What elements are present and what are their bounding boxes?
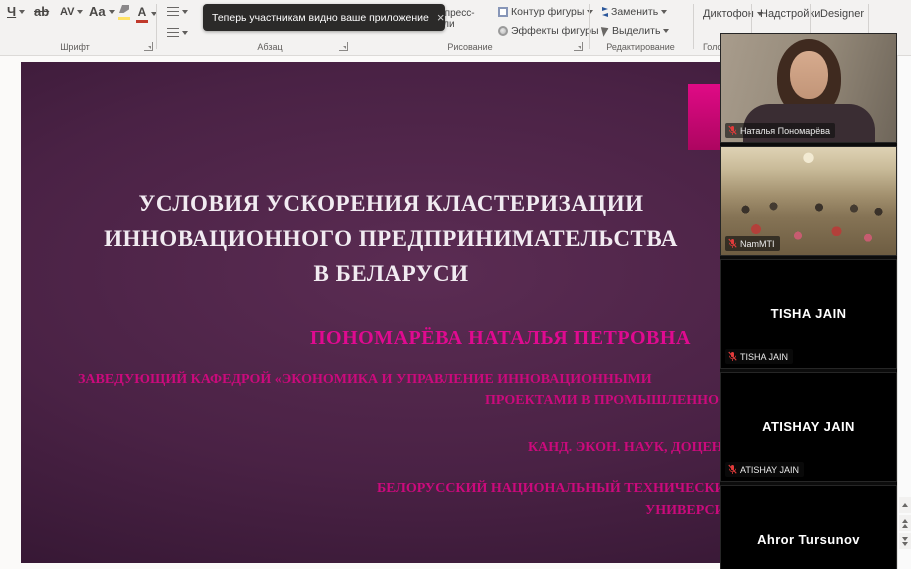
muted-mic-icon xyxy=(728,238,737,248)
zoom-video-panel: Наталья Пономарёва NamMTI TISHA JAIN TIS… xyxy=(720,33,897,569)
replace-label: Заменить xyxy=(611,6,659,18)
title-line: В БЕЛАРУСИ xyxy=(313,261,469,286)
slide-position-line2[interactable]: ПРОЕКТАМИ В ПРОМЫШЛЕННОСТИ» xyxy=(485,393,756,409)
highlighter-icon xyxy=(119,5,129,13)
addins-label: Надстройки xyxy=(760,8,821,20)
chevron-down-icon xyxy=(182,30,188,35)
vertical-scrollbar[interactable] xyxy=(897,56,911,569)
drawing-dialog-launcher[interactable] xyxy=(574,42,583,51)
highlight-color-swatch xyxy=(118,17,130,20)
line-spacing-button[interactable] xyxy=(163,5,192,18)
strikethrough-button[interactable]: ab xyxy=(30,3,53,21)
designer-button[interactable]: Designer xyxy=(816,6,868,22)
editing-group-label: Редактирование xyxy=(606,42,675,52)
participant-video-tile[interactable]: ATISHAY JAIN ATISHAY JAIN xyxy=(720,372,897,482)
muted-mic-icon xyxy=(728,125,737,135)
participant-name-badge: NamMTI xyxy=(725,236,780,251)
replace-icon xyxy=(602,7,608,17)
ribbon-separator xyxy=(693,4,694,49)
title-line: ИННОВАЦИОННОГО ПРЕДПРИНИМАТЕЛЬСТВА xyxy=(104,226,678,251)
previous-slide-button[interactable] xyxy=(899,515,911,531)
slide-degree-textbox[interactable]: КАНД. ЭКОН. НАУК, ДОЦЕНТ xyxy=(528,440,732,456)
paragraph-dialog-launcher[interactable] xyxy=(339,42,348,51)
participant-display-name: ATISHAY JAIN xyxy=(762,418,855,434)
muted-mic-icon xyxy=(728,351,737,361)
paragraph-group-label: Абзац xyxy=(257,42,283,52)
chevron-down-icon xyxy=(663,29,670,33)
ribbon-separator xyxy=(156,4,157,49)
arrow-up-icon xyxy=(902,503,908,507)
participant-name: NamMTI xyxy=(740,238,775,249)
align-text-button[interactable] xyxy=(163,26,192,39)
muted-mic-icon xyxy=(728,464,737,474)
strikethrough-icon: ab xyxy=(34,4,50,19)
change-case-icon: Aa xyxy=(89,4,106,19)
font-group-label: Шрифт xyxy=(60,42,90,52)
scroll-up-button[interactable] xyxy=(899,497,911,513)
participant-name-badge: TISHA JAIN xyxy=(725,349,794,364)
participant-name: Наталья Пономарёва xyxy=(740,125,830,136)
shape-outline-label: Контур фигуры xyxy=(511,6,585,18)
shape-effects-button[interactable]: Эффекты фигуры xyxy=(494,23,612,39)
chevron-down-icon xyxy=(19,10,26,14)
double-arrow-down-icon xyxy=(902,541,908,546)
participant-face xyxy=(789,51,828,99)
character-spacing-button[interactable]: AV xyxy=(56,3,87,21)
slide-position-line1[interactable]: ЗАВЕДУЮЩИЙ КАФЕДРОЙ «ЭКОНОМИКА И УПРАВЛЕ… xyxy=(78,372,652,388)
chevron-down-icon xyxy=(77,10,84,14)
notification-text: Теперь участникам видно ваше приложение xyxy=(212,11,429,24)
designer-label: Designer xyxy=(820,8,865,20)
slide-title-textbox[interactable]: УСЛОВИЯ УСКОРЕНИЯ КЛАСТЕРИЗАЦИИ ИННОВАЦИ… xyxy=(31,186,751,291)
replace-button[interactable]: Заменить xyxy=(598,4,671,20)
dictate-label: Диктофон xyxy=(703,8,754,20)
addins-button[interactable]: Надстройки xyxy=(756,6,824,22)
double-arrow-up-icon xyxy=(902,518,908,523)
character-spacing-icon: AV xyxy=(60,6,75,18)
participant-video-tile[interactable]: Наталья Пономарёва xyxy=(720,33,897,143)
font-color-icon: A xyxy=(137,5,147,19)
participant-name-badge: ATISHAY JAIN xyxy=(725,462,805,477)
slide-university-line1[interactable]: БЕЛОРУССКИЙ НАЦИОНАЛЬНЫЙ ТЕХНИЧЕСКИЙ xyxy=(377,481,736,497)
double-arrow-down-icon xyxy=(902,536,908,541)
chevron-down-icon xyxy=(661,10,668,14)
zoom-share-notification: Теперь участникам видно ваше приложение … xyxy=(203,4,445,31)
next-slide-button[interactable] xyxy=(899,533,911,549)
select-button[interactable]: Выделить xyxy=(598,23,673,39)
title-line: УСЛОВИЯ УСКОРЕНИЯ КЛАСТЕРИЗАЦИИ xyxy=(138,191,644,216)
text-highlight-button[interactable] xyxy=(114,3,134,22)
participant-video-tile[interactable]: Ahror Tursunov Ahror Tursunov xyxy=(720,485,897,569)
chevron-down-icon xyxy=(182,9,188,14)
align-text-icon xyxy=(167,28,179,37)
participant-name-badge: Наталья Пономарёва xyxy=(725,123,835,138)
font-color-swatch xyxy=(136,20,148,23)
participant-video-tile[interactable]: TISHA JAIN TISHA JAIN xyxy=(720,259,897,369)
participant-display-name: TISHA JAIN xyxy=(770,305,847,321)
participant-name: ATISHAY JAIN xyxy=(740,464,800,475)
close-icon[interactable]: × xyxy=(437,10,445,25)
font-dialog-launcher[interactable] xyxy=(144,42,153,51)
shape-effects-label: Эффекты фигуры xyxy=(511,25,599,37)
shape-outline-button[interactable]: Контур фигуры xyxy=(494,4,597,20)
select-cursor-icon xyxy=(600,25,611,37)
line-spacing-icon xyxy=(167,7,179,16)
shape-effects-icon xyxy=(498,26,508,36)
underline-button[interactable]: Ч xyxy=(3,3,29,21)
screen: Ч ab AV Aa A Шрифт Абзац Экспресс- ли Ко… xyxy=(0,0,911,569)
participant-display-name: Ahror Tursunov xyxy=(757,531,860,547)
shape-outline-icon xyxy=(498,7,508,17)
participant-video-tile[interactable]: NamMTI xyxy=(720,146,897,256)
double-arrow-up-icon xyxy=(902,523,908,528)
drawing-group-label: Рисование xyxy=(447,42,493,52)
slide-author-textbox[interactable]: ПОНОМАРЁВА НАТАЛЬЯ ПЕТРОВНА xyxy=(310,327,691,350)
select-label: Выделить xyxy=(612,25,661,37)
participant-name: TISHA JAIN xyxy=(740,351,789,362)
underline-icon: Ч xyxy=(7,4,17,19)
